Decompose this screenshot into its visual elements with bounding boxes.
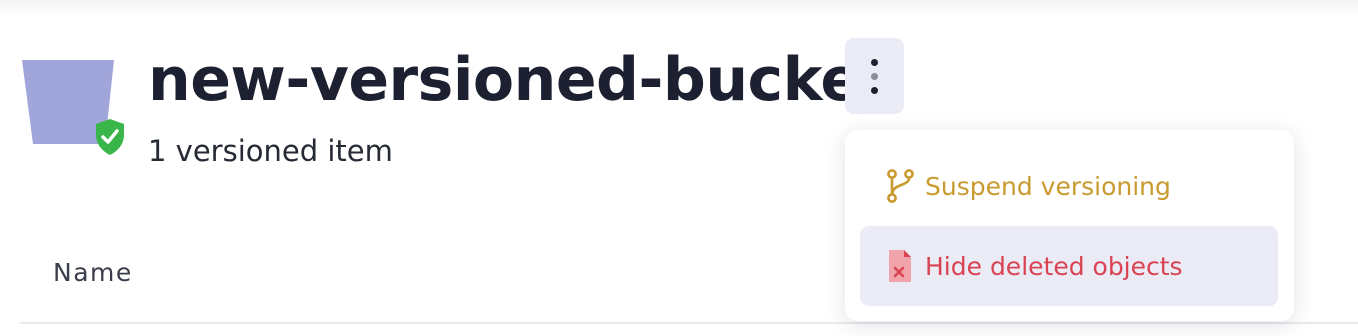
- more-vertical-icon-dot: [871, 72, 878, 80]
- bucket-actions-menu: Suspend versioning Hide deleted objects: [845, 130, 1294, 321]
- more-vertical-icon: [871, 58, 878, 66]
- column-header-name[interactable]: Name: [53, 258, 133, 287]
- file-delete-icon: [885, 248, 915, 284]
- menu-item-suspend-versioning[interactable]: Suspend versioning: [860, 146, 1278, 226]
- versioned-item-count: 1 versioned item: [148, 134, 393, 168]
- bucket-icon: [20, 60, 130, 160]
- bucket-title: new-versioned-bucket: [148, 45, 889, 115]
- more-options-button[interactable]: [845, 38, 904, 114]
- git-branch-icon: [885, 168, 915, 204]
- menu-item-label: Hide deleted objects: [925, 251, 1183, 281]
- menu-item-label: Suspend versioning: [925, 171, 1171, 201]
- verified-shield-icon: [96, 119, 124, 155]
- more-vertical-icon-dot: [871, 86, 878, 94]
- menu-item-hide-deleted-objects[interactable]: Hide deleted objects: [860, 226, 1278, 306]
- page: new-versioned-bucket 1 versioned item Na…: [0, 0, 1358, 336]
- table-divider: [20, 322, 1358, 324]
